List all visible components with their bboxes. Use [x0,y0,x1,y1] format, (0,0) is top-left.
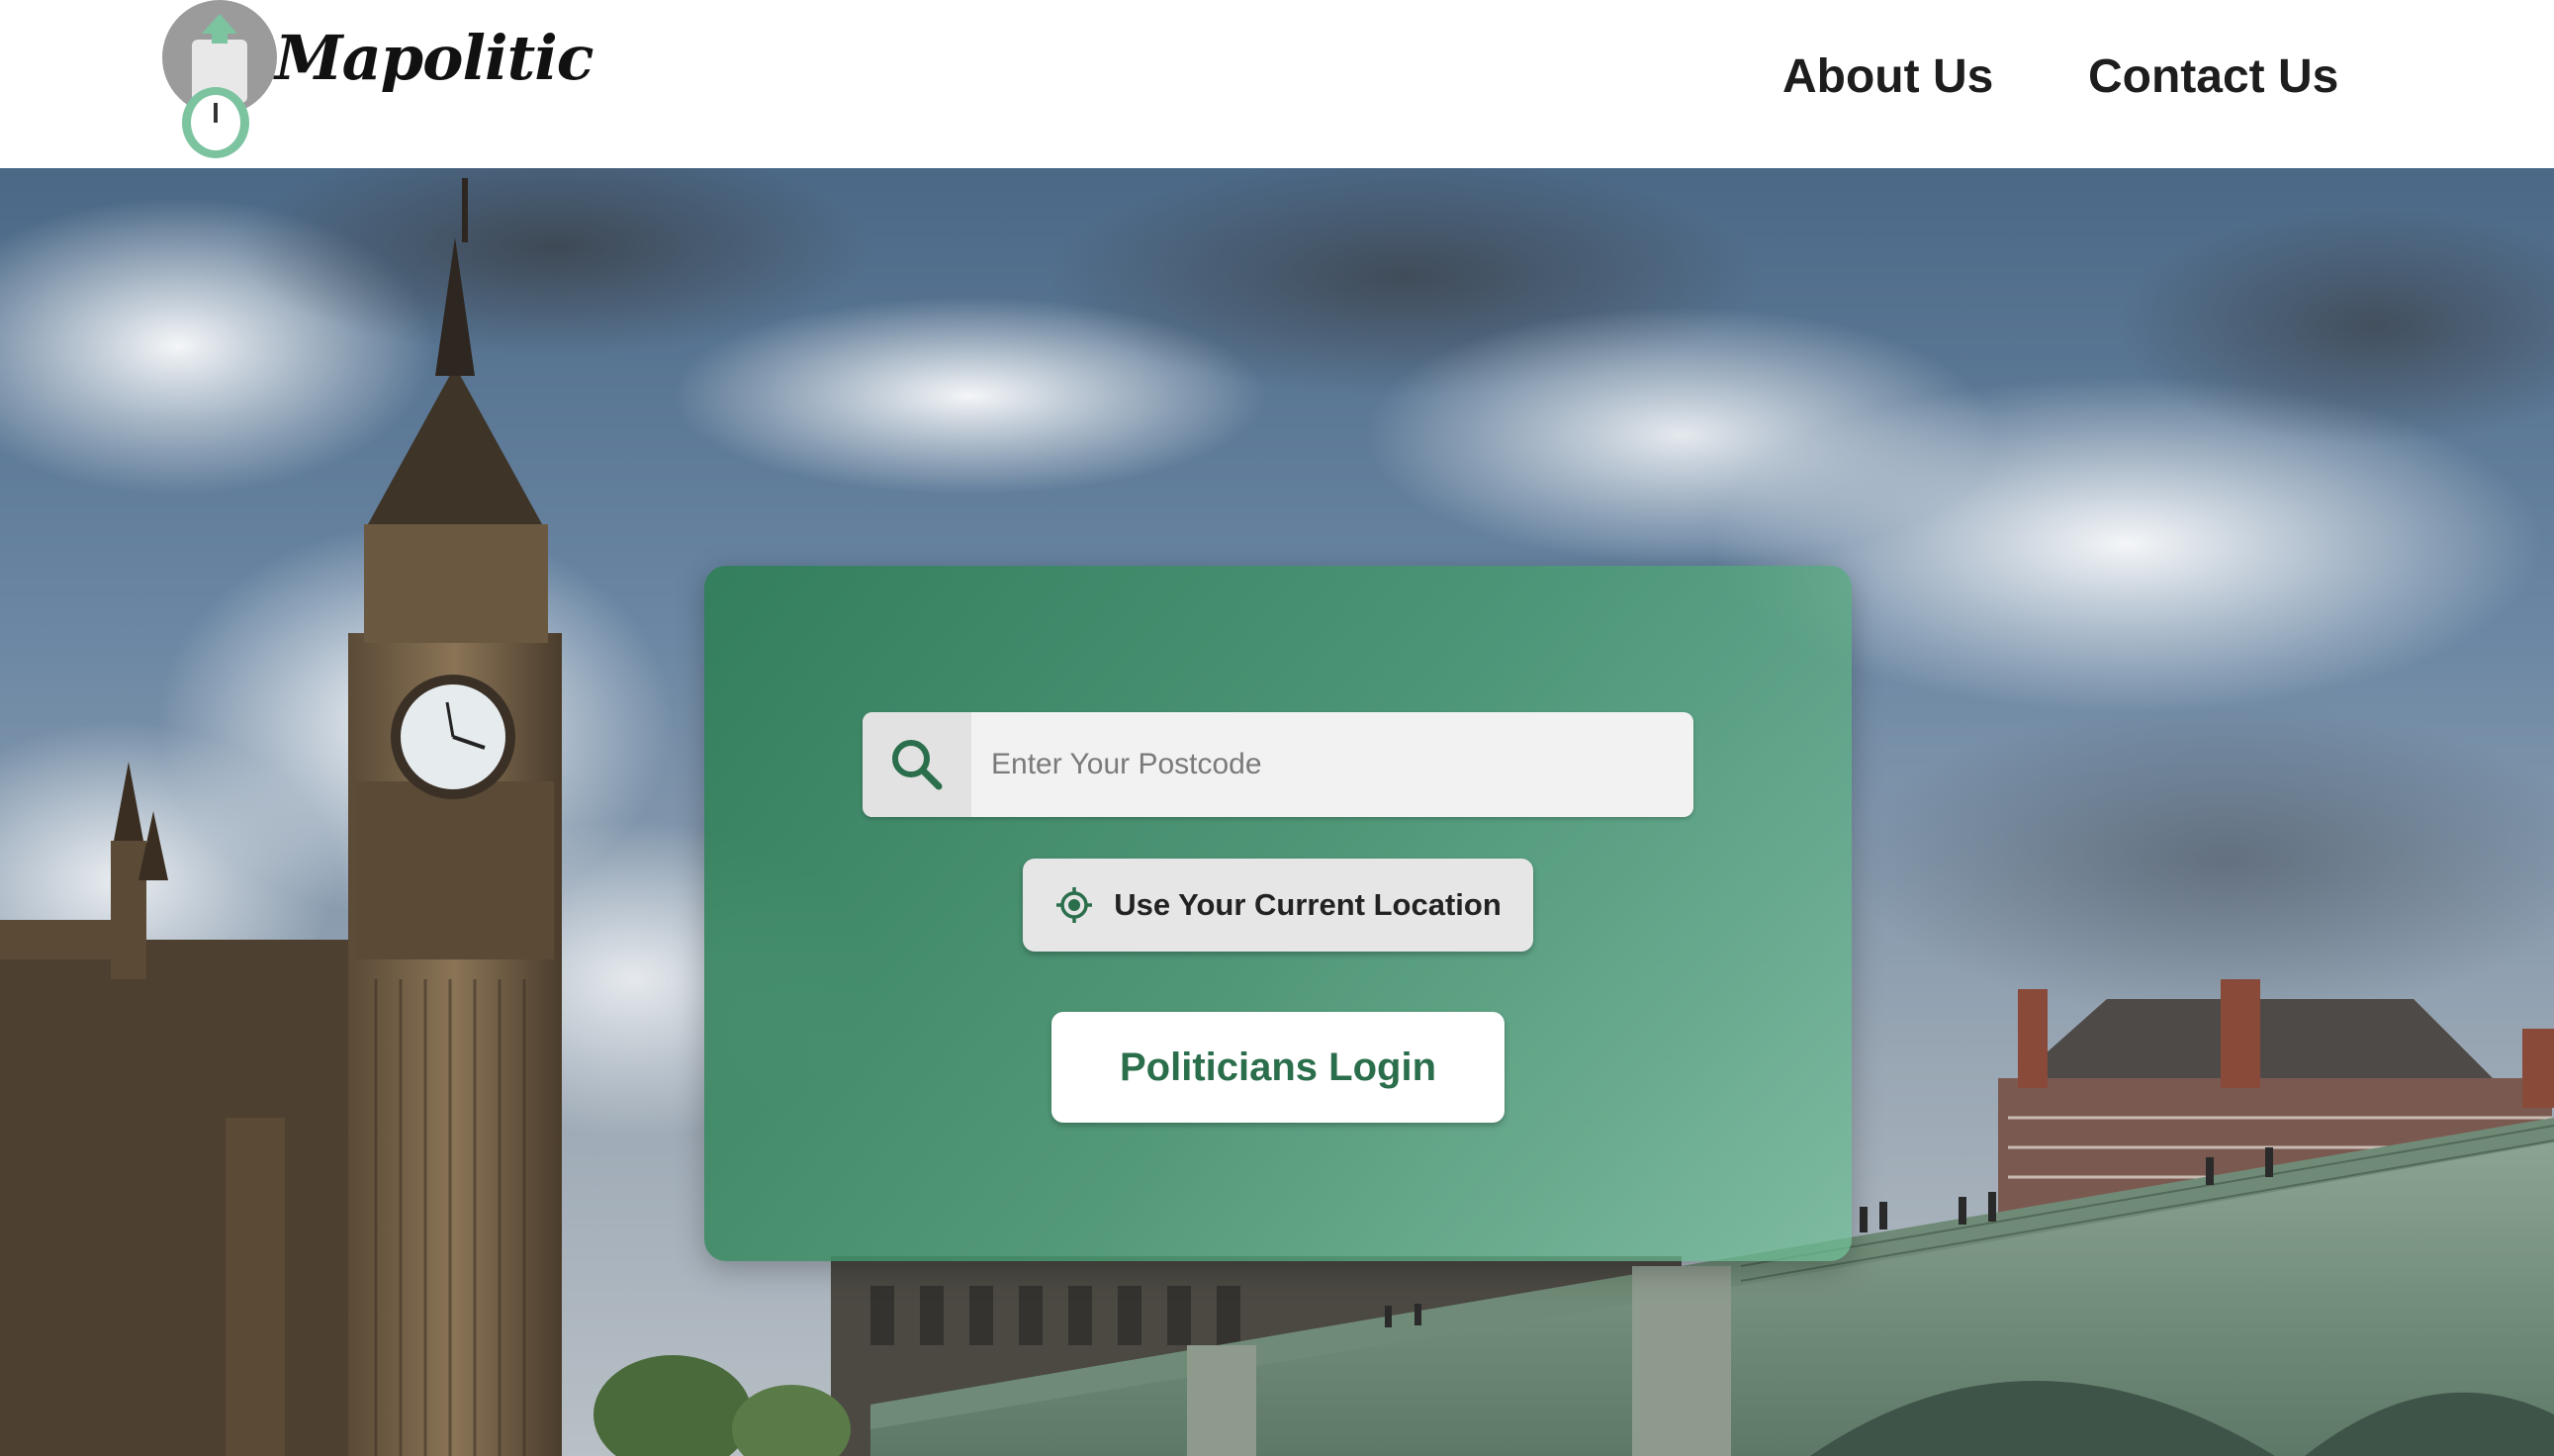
postcode-search-box[interactable] [863,712,1693,817]
page: Mapolitic About Us Contact Us Enter Your… [0,0,2554,1456]
nav-about-us[interactable]: About Us [1782,49,1993,104]
search-icon-cell[interactable] [863,712,971,817]
crosshair-location-icon [1056,887,1093,923]
postcode-input[interactable] [971,712,1693,817]
search-card: Use Your Current Location Politicians Lo… [704,566,1852,1261]
use-current-location-button[interactable]: Use Your Current Location [1023,859,1533,952]
search-icon [892,740,943,790]
nav-contact-us[interactable]: Contact Us [2088,49,2338,104]
ballot-box-mouse-icon [162,0,277,158]
brand-name: Mapolitic [275,22,594,94]
login-button-label: Politicians Login [1119,1045,1437,1089]
site-header: Mapolitic About Us Contact Us [0,0,2554,168]
politicians-login-button[interactable]: Politicians Login [1051,1012,1505,1123]
location-button-label: Use Your Current Location [1114,887,1502,922]
brand-logo[interactable]: Mapolitic [158,0,594,163]
